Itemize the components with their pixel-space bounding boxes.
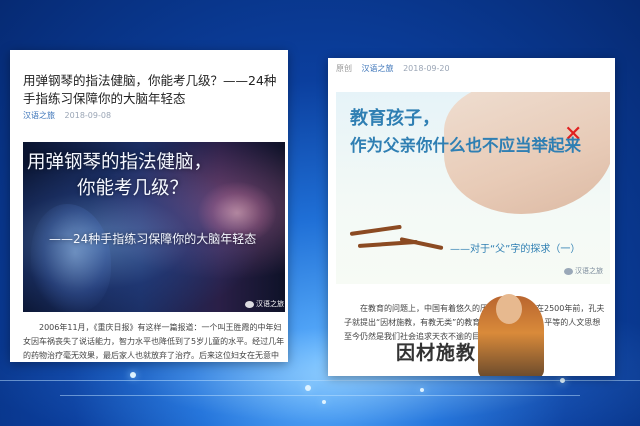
background-light-dot (420, 388, 424, 392)
banner-subheadline: ——24种手指练习保障你的大脑年轻态 (49, 232, 257, 246)
right-article-date: 2018-09-20 (403, 64, 450, 73)
banner-title-line2: 作为父亲你什么也不应当举起来 (350, 136, 581, 155)
right-article-author[interactable]: 汉语之旅 (362, 64, 394, 73)
right-article-banner: ✕ 教育孩子， 作为父亲你什么也不应当举起来 ——对于“父”字的探求（一） 汉语… (336, 92, 610, 284)
stick-illustration (349, 224, 402, 236)
background-light-dot (560, 378, 565, 383)
right-article-tag: 原创 (336, 64, 352, 73)
left-article-title[interactable]: 用弹钢琴的指法健脑，你能考几级？——24种手指练习保障你的大脑年轻态 (23, 72, 281, 108)
banner-headline-line2: 你能考几级？ (77, 178, 189, 199)
banner-title-line1: 教育孩子， (350, 108, 440, 129)
image-title: 因材施教 (396, 342, 477, 364)
banner-watermark: 汉语之旅 (245, 299, 284, 309)
wechat-icon (564, 267, 573, 275)
left-article-meta: 汉语之旅 2018-09-08 (23, 110, 111, 121)
wechat-icon (245, 300, 254, 308)
banner-watermark-text: 汉语之旅 (256, 300, 284, 308)
background-light-dot (305, 385, 311, 391)
banner-subtitle: ——对于“父”字的探求（一） (450, 244, 581, 255)
left-article-card[interactable]: 用弹钢琴的指法健脑，你能考几级？——24种手指练习保障你的大脑年轻态 汉语之旅 … (10, 50, 288, 362)
background-light-line (60, 395, 580, 396)
background-light-line (0, 380, 640, 381)
right-article-card[interactable]: 原创 汉语之旅 2018-09-20 ✕ 教育孩子， 作为父亲你什么也不应当举起… (328, 58, 615, 376)
banner-watermark-text: 汉语之旅 (575, 267, 603, 275)
background-light-dot (130, 372, 136, 378)
left-article-date: 2018-09-08 (64, 111, 112, 120)
right-article-meta: 原创 汉语之旅 2018-09-20 (336, 63, 450, 74)
banner-watermark: 汉语之旅 (564, 266, 603, 276)
left-article-author[interactable]: 汉语之旅 (23, 111, 55, 120)
left-article-paragraph: 2006年11月，《重庆日报》有这样一篇报道：一个叫王胜霞的中年妇女因车祸丧失了… (23, 323, 285, 360)
confucius-face (496, 294, 522, 324)
background-light-dot (322, 400, 326, 404)
left-article-banner: 用弹钢琴的指法健脑， 你能考几级？ ——24种手指练习保障你的大脑年轻态 汉语之… (23, 142, 285, 312)
banner-headline-line1: 用弹钢琴的指法健脑， (27, 152, 213, 173)
face-illustration (31, 204, 111, 312)
